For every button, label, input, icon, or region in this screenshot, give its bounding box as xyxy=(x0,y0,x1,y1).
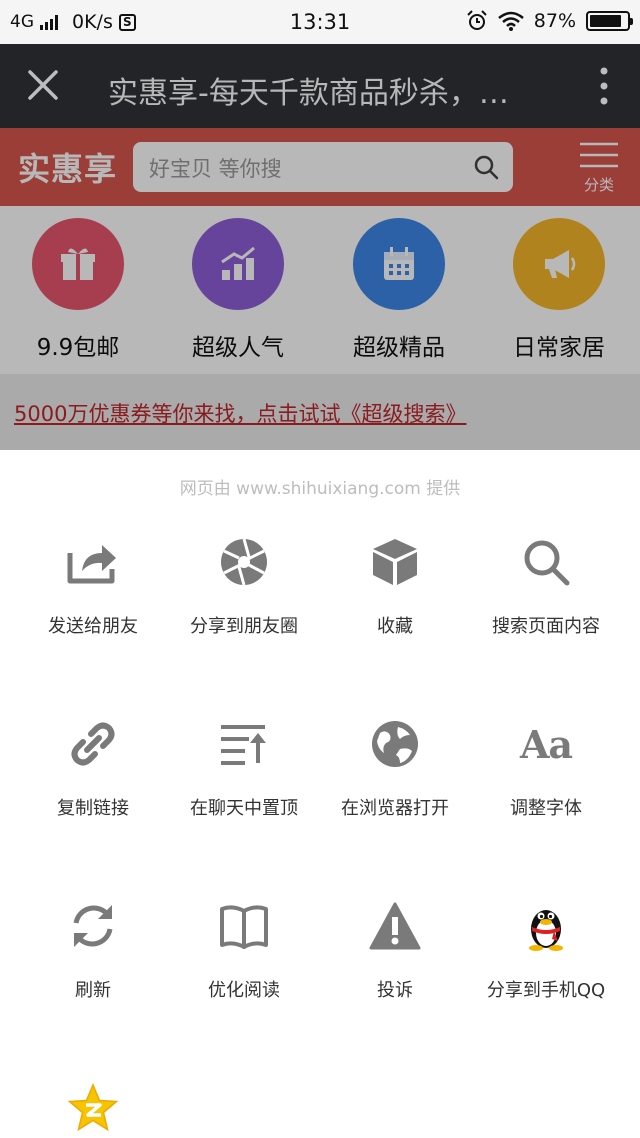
pin-top-icon xyxy=(221,725,266,765)
link-icon xyxy=(71,722,115,766)
item-label: 搜索页面内容 xyxy=(492,616,600,637)
browser-title-bar: 实惠享-每天千款商品秒杀，… xyxy=(0,44,640,128)
share-send-icon xyxy=(67,545,116,584)
item-label: 优化阅读 xyxy=(208,980,280,1001)
provided-by-text: 网页由 www.shihuixiang.com 提供 xyxy=(179,479,461,499)
warning-icon xyxy=(369,902,421,950)
open-in-browser-button[interactable]: 在浏览器打开 xyxy=(315,716,475,820)
item-label: 投诉 xyxy=(377,980,413,1001)
item-label: 分享到手机QQ xyxy=(486,980,606,1001)
status-bar: 4G 0K/s S 13:31 87% xyxy=(0,0,640,44)
share-to-qzone-button[interactable] xyxy=(13,1080,173,1136)
share-to-moments-button[interactable]: 分享到朋友圈 xyxy=(164,534,324,638)
qq-penguin-icon xyxy=(529,910,563,951)
battery-icon xyxy=(586,11,633,31)
wifi-icon xyxy=(497,11,524,31)
pin-in-chat-button[interactable]: 在聊天中置顶 xyxy=(164,716,324,820)
more-vertical-icon[interactable] xyxy=(598,66,610,106)
favorite-button[interactable]: 收藏 xyxy=(315,534,475,638)
search-page-button[interactable]: 搜索页面内容 xyxy=(466,534,626,638)
item-label: 在聊天中置顶 xyxy=(190,798,298,819)
reader-mode-button[interactable]: 优化阅读 xyxy=(164,898,324,1002)
item-label: 刷新 xyxy=(75,980,111,1001)
item-label: 复制链接 xyxy=(57,798,129,819)
report-button[interactable]: 投诉 xyxy=(315,898,475,1002)
item-label: 分享到朋友圈 xyxy=(190,616,298,637)
refresh-icon xyxy=(73,905,113,947)
search-icon xyxy=(524,540,570,586)
item-label: 调整字体 xyxy=(510,798,582,819)
book-icon xyxy=(220,905,268,949)
refresh-button[interactable]: 刷新 xyxy=(13,898,173,1002)
close-icon[interactable] xyxy=(24,66,62,104)
share-action-sheet: 网页由 www.shihuixiang.com 提供 发送给朋友 分享到朋友圈 xyxy=(0,450,640,1138)
copy-link-button[interactable]: 复制链接 xyxy=(13,716,173,820)
favorite-cube-icon xyxy=(373,539,417,585)
font-size-icon: Aa xyxy=(519,721,573,767)
item-label: 收藏 xyxy=(377,616,413,637)
page-title: 实惠享-每天千款商品秒杀，… xyxy=(108,76,509,111)
send-to-friend-button[interactable]: 发送给朋友 xyxy=(13,534,173,638)
alarm-icon xyxy=(467,10,487,30)
battery-percent: 87% xyxy=(533,10,576,32)
globe-icon xyxy=(372,721,418,767)
qzone-star-icon xyxy=(67,1083,119,1132)
dim-overlay[interactable] xyxy=(0,128,640,450)
adjust-font-button[interactable]: Aa 调整字体 xyxy=(466,716,626,820)
moments-shutter-icon xyxy=(221,538,267,586)
share-to-qq-button[interactable]: 分享到手机QQ xyxy=(466,898,626,1002)
item-label: 发送给朋友 xyxy=(48,616,138,637)
item-label: 在浏览器打开 xyxy=(341,798,449,819)
